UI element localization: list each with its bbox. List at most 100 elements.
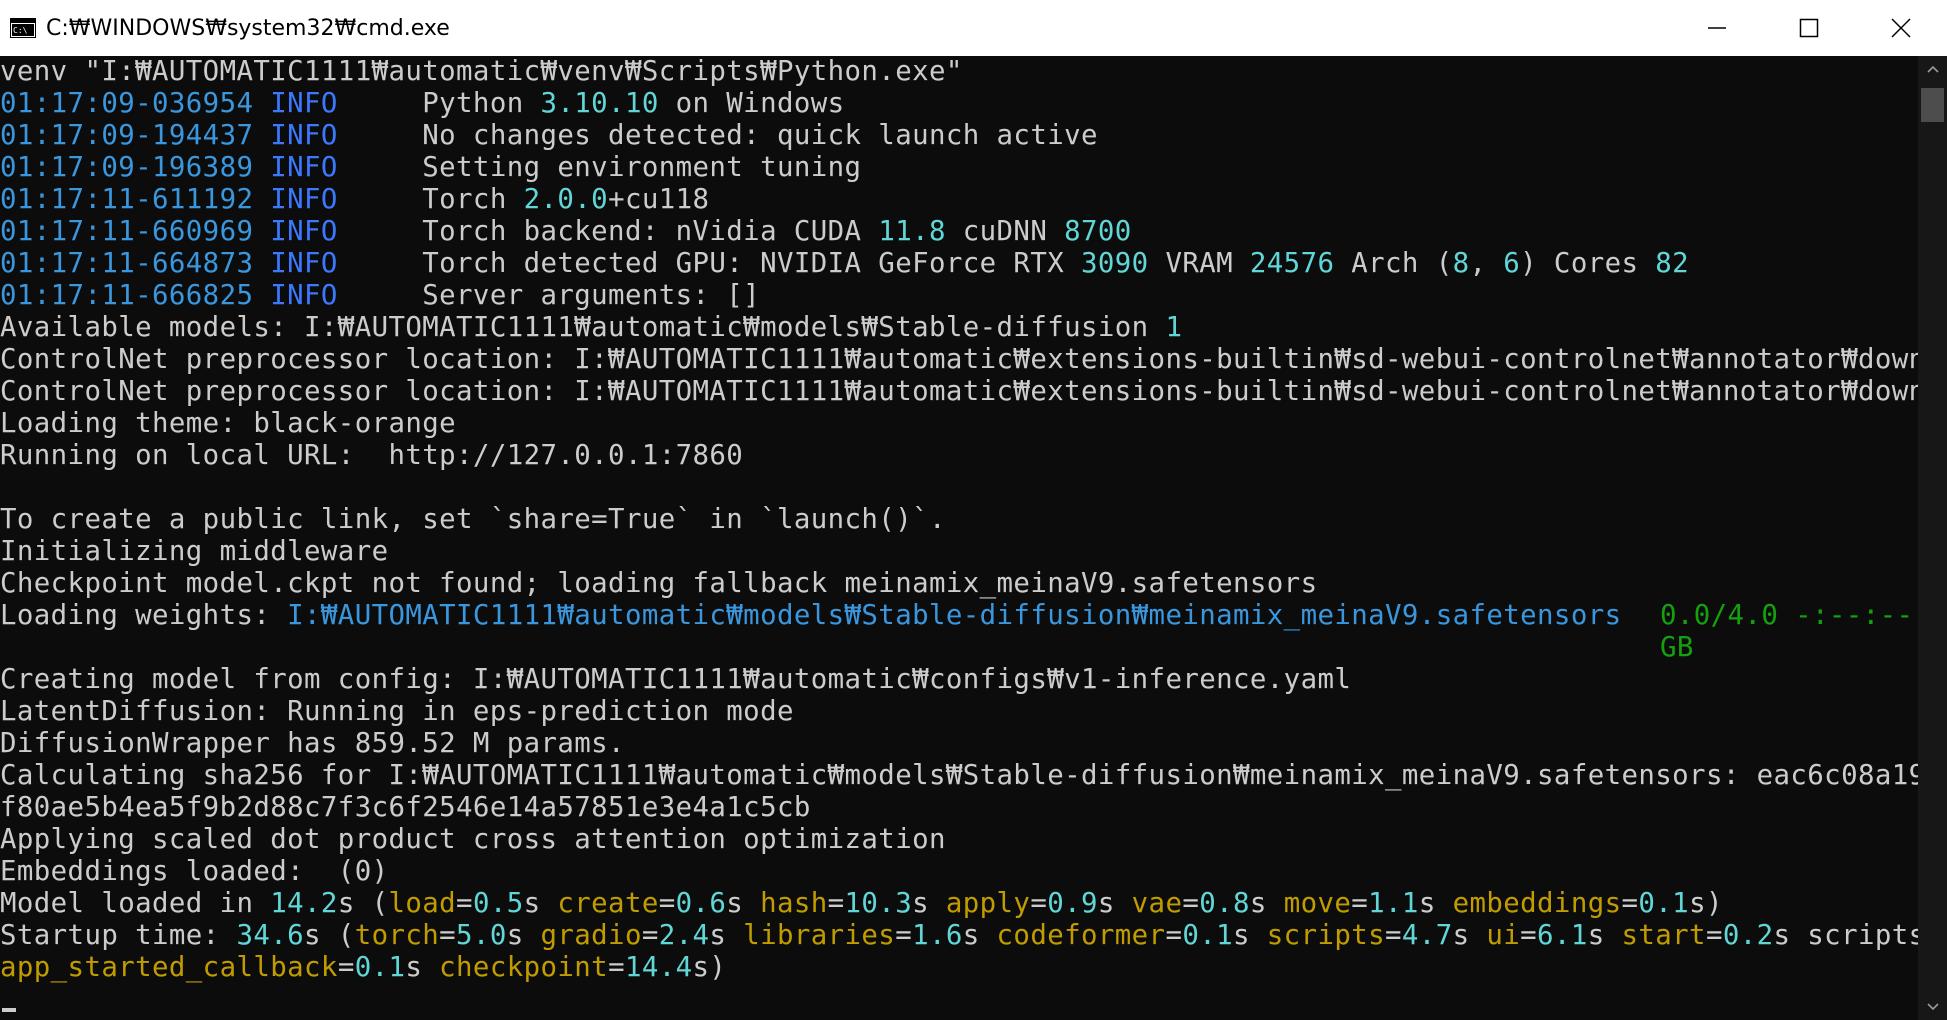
console-line: Initializing middleware <box>0 536 1918 568</box>
console-text-segment: ui <box>1486 920 1521 951</box>
console-text-segment: INFO <box>270 88 338 119</box>
console-text-segment: = <box>337 952 355 983</box>
console-text-segment: Running on local URL: http://127.0.0.1:7… <box>0 440 744 471</box>
vertical-scrollbar[interactable] <box>1918 56 1947 1020</box>
console-line: Running on local URL: http://127.0.0.1:7… <box>0 440 1918 472</box>
console-text-segment: , <box>1469 248 1504 279</box>
console-text-segment: torch <box>354 920 440 951</box>
console-text-segment: vae <box>1131 888 1183 919</box>
console-line: Embeddings loaded: (0) <box>0 856 1918 888</box>
maximize-button[interactable] <box>1763 0 1855 56</box>
console-text-segment: Startup time: <box>0 920 237 951</box>
console-text-segment: 0.1 <box>1182 920 1234 951</box>
console-text-segment: 01:17:11-611192 <box>0 184 254 215</box>
maximize-icon <box>1799 18 1819 38</box>
console-text-segment: s <box>1418 888 1453 919</box>
console-text-segment: Applying scaled dot product cross attent… <box>0 824 946 855</box>
console-text-segment: 11.8 <box>878 216 946 247</box>
console-line: DiffusionWrapper has 859.52 M params. <box>0 728 1918 760</box>
console-text-segment <box>253 248 270 279</box>
console-text-segment: Available models: I:₩AUTOMATIC1111₩autom… <box>0 312 1166 343</box>
console-line: 01:17:09-036954 INFO Python 3.10.10 on W… <box>0 88 1918 120</box>
console-text-segment: No changes detected: quick launch active <box>337 120 1098 151</box>
console-text-segment: Initializing middleware <box>0 536 389 567</box>
console-text-segment: = <box>895 920 913 951</box>
console-text-segment: = <box>1705 920 1723 951</box>
console-text-segment: 24576 <box>1249 248 1335 279</box>
console-line: LatentDiffusion: Running in eps-predicti… <box>0 696 1918 728</box>
console-output[interactable]: venv "I:₩AUTOMATIC1111₩automatic₩venv₩Sc… <box>0 56 1918 1020</box>
console-text-segment <box>253 88 270 119</box>
console-text-segment <box>253 280 270 311</box>
console-line: Loading theme: black-orange <box>0 408 1918 440</box>
chevron-up-icon <box>1926 60 1939 78</box>
console-text-segment: 6 <box>1503 248 1521 279</box>
console-text-segment: s <box>405 952 440 983</box>
console-text-segment: gradio <box>540 920 642 951</box>
scroll-down-button[interactable] <box>1918 994 1947 1020</box>
console-text-segment: 1 <box>1165 312 1183 343</box>
console-text-segment: INFO <box>270 152 338 183</box>
console-text-segment: app_started_callback <box>0 952 338 983</box>
console-text-segment: = <box>608 952 625 983</box>
console-text-segment: Setting environment tuning <box>337 152 862 183</box>
console-text-segment: load <box>388 888 457 919</box>
console-text-segment: = <box>1030 888 1048 919</box>
console-text-segment: 2.4 <box>658 920 710 951</box>
console-line: ControlNet preprocessor location: I:₩AUT… <box>0 344 1918 376</box>
console-text-segment: +cu118 <box>608 184 710 215</box>
console-text-segment: ) Cores <box>1520 248 1656 279</box>
console-text-segment: 1.1 <box>1368 888 1419 919</box>
console-text-segment: 0.5 <box>472 888 524 919</box>
caption-buttons <box>1671 0 1947 56</box>
cmd-icon[interactable]: C:\ <box>10 18 36 38</box>
console-text-segment: 0.1 <box>354 952 406 983</box>
console-text-segment: s <box>709 920 744 951</box>
console-text-segment: 82 <box>1655 248 1690 279</box>
console-text-segment: Python <box>337 88 541 119</box>
console-text-segment: s ( <box>337 888 389 919</box>
svg-text:C:\: C:\ <box>13 26 28 35</box>
scroll-thumb[interactable] <box>1921 88 1944 122</box>
console-text-segment: INFO <box>270 280 338 311</box>
console-text-segment: 01:17:09-194437 <box>0 120 254 151</box>
console-line: f80ae5b4ea5f9b2d88c7f3c6f2546e14a57851e3… <box>0 792 1918 824</box>
console-line: Creating model from config: I:₩AUTOMATIC… <box>0 664 1918 696</box>
console-line: venv "I:₩AUTOMATIC1111₩automatic₩venv₩Sc… <box>0 56 1918 88</box>
console-text-segment: Torch detected GPU: NVIDIA GeForce RTX <box>337 248 1081 279</box>
console-text-segment: = <box>1165 920 1183 951</box>
console-line: To create a public link, set `share=True… <box>0 504 1918 536</box>
console-text-segment: 8700 <box>1064 216 1132 247</box>
console-text-segment: scripts <box>1266 920 1386 951</box>
console-text-segment: 14.2 <box>270 888 338 919</box>
console-text-segment: 0.9 <box>1047 888 1098 919</box>
close-button[interactable] <box>1855 0 1947 56</box>
console-text-segment: s <box>1097 888 1132 919</box>
console-text-segment: 3.10.10 <box>540 88 659 119</box>
progress-readout: 0.0/4.0 -:--:-- GB <box>1660 600 1914 663</box>
console-text-segment: ControlNet preprocessor location: I:₩AUT… <box>0 344 1918 375</box>
console-text-segment: s) <box>1689 888 1723 919</box>
console-line: 01:17:11-611192 INFO Torch 2.0.0+cu118 <box>0 184 1918 216</box>
console-text-segment: Model loaded in <box>0 888 271 919</box>
close-icon <box>1891 18 1911 38</box>
console-text-segment: = <box>1182 888 1200 919</box>
console-text-segment: = <box>1351 888 1369 919</box>
console-text-segment: Loading weights: <box>0 600 288 631</box>
scroll-up-button[interactable] <box>1918 56 1947 82</box>
console-line: Loading weights: I:₩AUTOMATIC1111₩automa… <box>0 600 1918 632</box>
console-text-segment: = <box>827 888 845 919</box>
console-text-segment: s <box>962 920 997 951</box>
console-text-segment: hash <box>760 888 828 919</box>
console-text-segment: ControlNet preprocessor location: I:₩AUT… <box>0 376 1918 407</box>
console-text-segment: s scripts <box>1773 920 1918 951</box>
minimize-button[interactable] <box>1671 0 1763 56</box>
console-text-segment: Torch backend: nVidia CUDA <box>337 216 879 247</box>
console-text-segment: 10.3 <box>844 888 913 919</box>
console-text-segment: checkpoint <box>439 952 609 983</box>
title-bar[interactable]: C:\ C:₩WINDOWS₩system32₩cmd.exe <box>0 0 1947 56</box>
console-text-segment: 0.6 <box>675 888 727 919</box>
console-text-segment: 14.4 <box>624 952 693 983</box>
console-text-segment: codeformer <box>996 920 1166 951</box>
